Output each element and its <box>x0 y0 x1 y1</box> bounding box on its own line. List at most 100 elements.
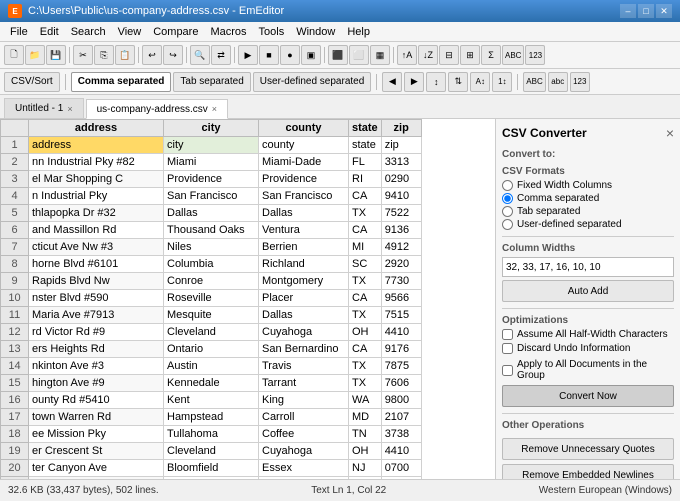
tb-icon3[interactable]: ● <box>280 45 300 65</box>
tb-icon4[interactable]: ▣ <box>301 45 321 65</box>
row-num: 13 <box>1 341 29 358</box>
csv-sort-tab[interactable]: CSV/Sort <box>4 72 60 92</box>
row-num: 8 <box>1 256 29 273</box>
csv-tb-btn8[interactable]: abc <box>548 72 568 92</box>
filter-button[interactable]: ⊟ <box>439 45 459 65</box>
col-header-county[interactable]: county <box>259 120 349 137</box>
tb-icon10[interactable]: ABC <box>502 45 524 65</box>
menu-file[interactable]: File <box>4 24 34 40</box>
replace-button[interactable]: ⇄ <box>211 45 231 65</box>
menu-view[interactable]: View <box>112 24 148 40</box>
table-row: 17 town Warren Rd Hampstead Carroll MD 2… <box>1 409 422 426</box>
tab-untitled[interactable]: Untitled - 1 × <box>4 98 84 118</box>
tb-icon7[interactable]: ▦ <box>370 45 390 65</box>
tb-icon2[interactable]: ■ <box>259 45 279 65</box>
tb-icon5[interactable]: ⬛ <box>328 45 348 65</box>
table-row: 4 n Industrial Pky San Francisco San Fra… <box>1 188 422 205</box>
radio-comma[interactable]: Comma separated <box>502 193 674 204</box>
cell-state: CA <box>349 222 382 239</box>
tab-csv[interactable]: us-company-address.csv × <box>86 99 228 119</box>
copy-button[interactable]: ⎘ <box>94 45 114 65</box>
cell-county: Travis <box>259 358 349 375</box>
tab-untitled-close[interactable]: × <box>67 104 72 114</box>
col-widths-input[interactable] <box>502 257 674 277</box>
cell-zip: 9136 <box>381 222 421 239</box>
spreadsheet[interactable]: address city county state zip 1 address … <box>0 119 495 479</box>
csv-tab-bar: CSV/Sort Comma separated Tab separated U… <box>0 69 680 95</box>
cell-county: Coffee <box>259 426 349 443</box>
tab-separated-tab[interactable]: Tab separated <box>173 72 250 92</box>
col-header-state[interactable]: state <box>349 120 382 137</box>
menu-search[interactable]: Search <box>65 24 112 40</box>
menu-edit[interactable]: Edit <box>34 24 65 40</box>
cell-zip: 7875 <box>381 358 421 375</box>
row-num: 4 <box>1 188 29 205</box>
remove-newlines-button[interactable]: Remove Embedded Newlines <box>502 464 674 479</box>
cell-state: PA <box>349 477 382 480</box>
col-header-rownum <box>1 120 29 137</box>
radio-user-defined[interactable]: User-defined separated <box>502 219 674 230</box>
cell-city: Thousand Oaks <box>164 222 259 239</box>
tb-icon9[interactable]: Σ <box>481 45 501 65</box>
csv-tb-btn4[interactable]: ⇅ <box>448 72 468 92</box>
col-header-zip[interactable]: zip <box>381 120 421 137</box>
status-left: 32.6 KB (33,437 bytes), 502 lines. <box>8 485 159 496</box>
menu-macros[interactable]: Macros <box>204 24 252 40</box>
tb-icon8[interactable]: ⊞ <box>460 45 480 65</box>
csv-tb-btn6[interactable]: 1↕ <box>492 72 512 92</box>
table-row: 6 and Massillon Rd Thousand Oaks Ventura… <box>1 222 422 239</box>
apply-all-checkbox[interactable]: Apply to All Documents in the Group <box>502 359 674 381</box>
menu-tools[interactable]: Tools <box>253 24 291 40</box>
comma-separated-tab[interactable]: Comma separated <box>71 72 172 92</box>
menu-window[interactable]: Window <box>290 24 341 40</box>
maximize-button[interactable]: □ <box>638 4 654 18</box>
status-encoding: Western European (Windows) <box>539 485 672 496</box>
cell-city: city <box>164 137 259 154</box>
cell-state: TX <box>349 205 382 222</box>
menu-help[interactable]: Help <box>341 24 376 40</box>
tb-icon6[interactable]: ⬜ <box>349 45 369 65</box>
user-defined-tab[interactable]: User-defined separated <box>253 72 372 92</box>
assume-half-width-checkbox[interactable]: Assume All Half-Width Characters <box>502 329 674 340</box>
cell-address: rd Victor Rd #9 <box>29 324 164 341</box>
cell-zip: 7522 <box>381 205 421 222</box>
row-num: 1 <box>1 137 29 154</box>
paste-button[interactable]: 📋 <box>115 45 135 65</box>
csv-tb-btn2[interactable]: ▶ <box>404 72 424 92</box>
menu-compare[interactable]: Compare <box>147 24 204 40</box>
cell-city: San Francisco <box>164 188 259 205</box>
row-num: 14 <box>1 358 29 375</box>
remove-quotes-button[interactable]: Remove Unnecessary Quotes <box>502 438 674 460</box>
cell-zip: 9176 <box>381 341 421 358</box>
convert-now-button[interactable]: Convert Now <box>502 385 674 407</box>
redo-button[interactable]: ↪ <box>163 45 183 65</box>
sort-asc-button[interactable]: ↑A <box>397 45 417 65</box>
sort-desc-button[interactable]: ↓Z <box>418 45 438 65</box>
tb-icon1[interactable]: ▶ <box>238 45 258 65</box>
csv-tb-btn7[interactable]: ABC <box>523 72 545 92</box>
tb-icon11[interactable]: 123 <box>525 45 545 65</box>
csv-tb-btn3[interactable]: ↕ <box>426 72 446 92</box>
tab-csv-close[interactable]: × <box>212 104 217 114</box>
file-size-info: 32.6 KB (33,437 bytes), 502 lines. <box>8 485 159 496</box>
cut-button[interactable]: ✂ <box>73 45 93 65</box>
csv-tb-btn1[interactable]: ◀ <box>382 72 402 92</box>
col-header-address[interactable]: address <box>29 120 164 137</box>
csv-tb-btn5[interactable]: A↕ <box>470 72 490 92</box>
discard-undo-checkbox[interactable]: Discard Undo Information <box>502 343 674 354</box>
find-button[interactable]: 🔍 <box>190 45 210 65</box>
close-button[interactable]: ✕ <box>656 4 672 18</box>
auto-add-button[interactable]: Auto Add <box>502 280 674 302</box>
undo-button[interactable]: ↩ <box>142 45 162 65</box>
radio-tab[interactable]: Tab separated <box>502 206 674 217</box>
panel-close-button[interactable]: × <box>666 125 674 141</box>
radio-fixed-width[interactable]: Fixed Width Columns <box>502 180 674 191</box>
open-button[interactable]: 📁 <box>25 45 45 65</box>
csv-tb-btn9[interactable]: 123 <box>570 72 590 92</box>
minimize-button[interactable]: – <box>620 4 636 18</box>
save-button[interactable]: 💾 <box>46 45 66 65</box>
cell-state: TX <box>349 307 382 324</box>
new-button[interactable]: 🗋 <box>4 45 24 65</box>
col-header-city[interactable]: city <box>164 120 259 137</box>
row-num: 19 <box>1 443 29 460</box>
